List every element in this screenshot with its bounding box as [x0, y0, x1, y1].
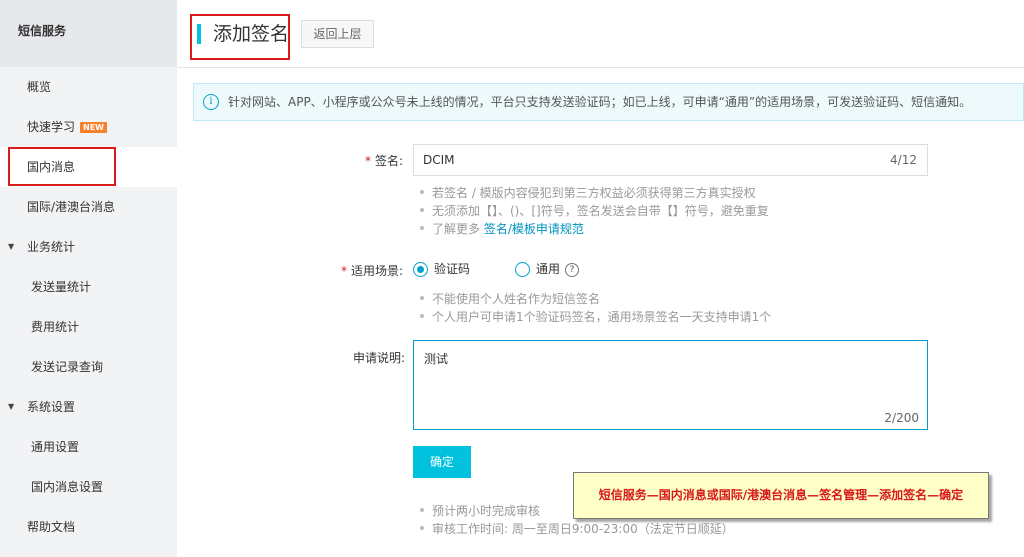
scene-hint: 个人用户可申请1个验证码签名，通用场景签名一天支持申请1个	[420, 308, 771, 326]
sidebar-item-label: 发送记录查询	[31, 360, 104, 374]
desc-char-count: 2/200	[884, 411, 919, 425]
sign-input-value: DCIM	[423, 153, 455, 167]
sidebar-title: 短信服务	[0, 0, 177, 67]
caret-down-icon: ▼	[8, 242, 15, 251]
review-hint-text: 预计两小时完成审核	[432, 504, 541, 518]
bullet-icon	[420, 314, 424, 318]
sidebar-item-international-messages[interactable]: 国际/港澳台消息	[0, 187, 177, 227]
bullet-icon	[420, 208, 424, 212]
radio-general[interactable]: 通用?	[515, 260, 580, 277]
review-hint-text: 审核工作时间: 周一至周日9:00-23:00（法定节日顺延）	[432, 522, 734, 536]
notice-text: 针对网站、APP、小程序或公众号未上线的情况，平台只支持发送验证码；如已上线，可…	[228, 95, 972, 109]
title-accent-bar	[197, 24, 201, 44]
sidebar-item-quick-learn[interactable]: 快速学习 NEW	[0, 107, 177, 147]
sidebar-group-system-settings[interactable]: ▼ 系统设置	[0, 387, 177, 427]
scene-label-text: 适用场景:	[350, 264, 403, 278]
desc-label: 申请说明:	[285, 349, 405, 366]
sign-hint-text: 若签名 / 模版内容侵犯到第三方权益必须获得第三方真实授权	[432, 186, 756, 200]
sidebar-group-business-stats[interactable]: ▼ 业务统计	[0, 227, 177, 267]
sidebar-item-label: 国际/港澳台消息	[27, 200, 116, 214]
scene-label: * 适用场景:	[283, 262, 403, 279]
sign-input[interactable]: DCIM 4/12	[413, 144, 928, 176]
radio-label: 验证码	[434, 262, 471, 276]
review-hint: 审核工作时间: 周一至周日9:00-23:00（法定节日顺延）	[420, 520, 734, 538]
desc-label-text: 申请说明:	[352, 351, 405, 365]
sign-label-text: 签名:	[374, 154, 403, 168]
sidebar-item-label: 国内消息	[27, 160, 76, 174]
help-icon[interactable]: ?	[565, 263, 580, 277]
bullet-icon	[420, 526, 424, 530]
desc-textarea-value: 测试	[424, 352, 449, 366]
scene-hint: 不能使用个人姓名作为短信签名	[420, 290, 600, 308]
bullet-icon	[420, 296, 424, 300]
sign-hint-more: 了解更多 签名/模板申请规范	[420, 220, 584, 238]
scene-hint-text: 个人用户可申请1个验证码签名，通用场景签名一天支持申请1个	[432, 310, 772, 324]
radio-checked-icon	[413, 262, 428, 277]
annotation-callout: 短信服务—国内消息或国际/港澳台消息—签名管理—添加签名—确定	[573, 472, 989, 519]
sign-hint-text: 无须添加【】、()、[]符号，签名发送会自带【】符号，避免重复	[432, 204, 769, 218]
sidebar-item-label: 系统设置	[27, 400, 76, 414]
required-icon: *	[340, 264, 347, 278]
page-title: 添加签名	[213, 23, 290, 45]
sign-hint-text: 了解更多	[432, 222, 481, 236]
bullet-icon	[420, 190, 424, 194]
info-icon: i	[203, 94, 219, 110]
review-hint: 预计两小时完成审核	[420, 502, 540, 520]
sidebar-item-label: 概览	[27, 80, 52, 94]
notice-banner: i 针对网站、APP、小程序或公众号未上线的情况，平台只支持发送验证码；如已上线…	[193, 83, 1024, 121]
sidebar-item-label: 业务统计	[27, 240, 76, 254]
caret-down-icon: ▼	[8, 402, 15, 411]
scene-hint-text: 不能使用个人姓名作为短信签名	[432, 292, 601, 306]
sidebar-item-help-docs[interactable]: 帮助文档	[0, 507, 177, 547]
desc-textarea[interactable]: 测试 2/200	[413, 340, 928, 430]
sidebar-item-label: 通用设置	[31, 440, 80, 454]
sign-char-count: 4/12	[890, 153, 917, 167]
back-button[interactable]: 返回上层	[301, 20, 374, 48]
sidebar-item-label: 快速学习	[27, 120, 76, 134]
sidebar: 短信服务 概览 快速学习 NEW 国内消息 国际/港澳台消息 ▼ 业务统计 发送量…	[0, 0, 177, 557]
sign-spec-link[interactable]: 签名/模板申请规范	[484, 222, 584, 236]
sidebar-item-cost-stats[interactable]: 费用统计	[0, 307, 177, 347]
sidebar-item-label: 费用统计	[31, 320, 80, 334]
bullet-icon	[420, 226, 424, 230]
sidebar-item-send-volume-stats[interactable]: 发送量统计	[0, 267, 177, 307]
radio-verification-code[interactable]: 验证码	[413, 260, 471, 277]
sign-hint: 若签名 / 模版内容侵犯到第三方权益必须获得第三方真实授权	[420, 184, 756, 202]
new-badge: NEW	[80, 122, 107, 133]
confirm-button[interactable]: 确定	[413, 446, 471, 478]
page-header: 添加签名 返回上层	[177, 0, 1024, 68]
sidebar-item-overview[interactable]: 概览	[0, 67, 177, 107]
sidebar-item-general-settings[interactable]: 通用设置	[0, 427, 177, 467]
required-icon: *	[364, 154, 371, 168]
sidebar-item-label: 帮助文档	[27, 520, 76, 534]
radio-unchecked-icon	[515, 262, 530, 277]
bullet-icon	[420, 508, 424, 512]
sidebar-item-label: 国内消息设置	[31, 480, 104, 494]
sidebar-item-label: 发送量统计	[31, 280, 92, 294]
sidebar-item-domestic-message-settings[interactable]: 国内消息设置	[0, 467, 177, 507]
sidebar-item-domestic-messages[interactable]: 国内消息	[0, 147, 177, 187]
sidebar-item-send-record-query[interactable]: 发送记录查询	[0, 347, 177, 387]
sign-label: * 签名:	[283, 152, 403, 169]
main-content: 添加签名 返回上层 i 针对网站、APP、小程序或公众号未上线的情况，平台只支持…	[177, 0, 1024, 557]
sign-hint: 无须添加【】、()、[]符号，签名发送会自带【】符号，避免重复	[420, 202, 769, 220]
radio-label: 通用	[536, 262, 561, 276]
